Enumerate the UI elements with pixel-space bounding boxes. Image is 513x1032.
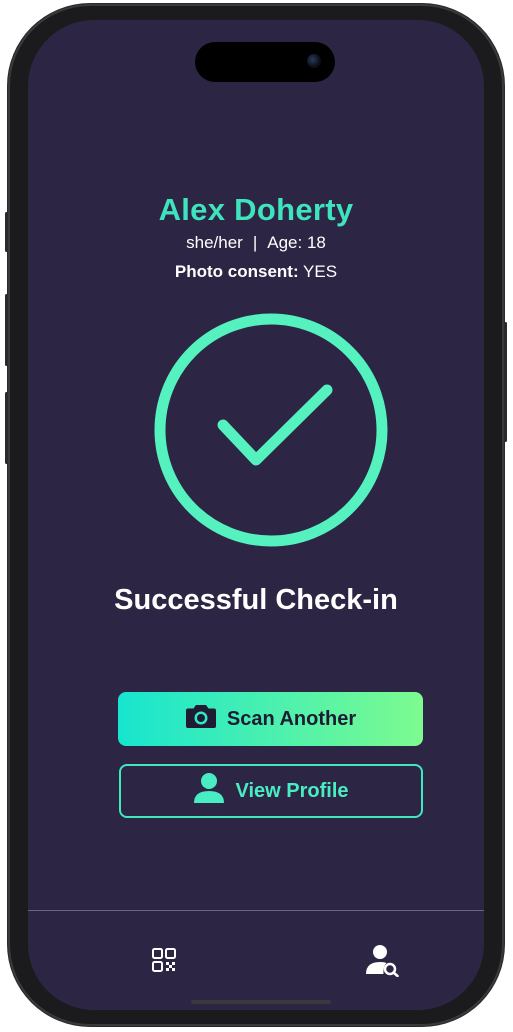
pronouns: she/her: [186, 233, 243, 252]
age: Age: 18: [267, 233, 326, 252]
phone-frame: Alex Doherty she/her | Age: 18 Photo conse…: [5, 4, 507, 1026]
dynamic-island: [195, 42, 335, 82]
view-profile-button[interactable]: View Profile: [119, 764, 423, 818]
volume-down-button: [5, 392, 8, 464]
volume-up-button: [5, 294, 8, 366]
check-circle-icon: [154, 313, 388, 547]
photo-consent-value: YES: [303, 262, 338, 281]
scan-another-label: Scan Another: [226, 707, 357, 730]
person-search-icon: [366, 945, 399, 977]
view-profile-label: View Profile: [235, 779, 349, 802]
power-button: [504, 322, 507, 442]
tab-attendee-search[interactable]: [362, 940, 402, 980]
status-message: Successful Check-in: [114, 584, 398, 616]
qr-code-icon: [152, 948, 176, 972]
photo-consent: Photo consent: YES: [28, 262, 484, 282]
home-indicator: [191, 1000, 331, 1004]
photo-consent-label: Photo consent:: [174, 262, 299, 281]
camera-lens: [307, 54, 321, 68]
app-screen: Alex Doherty she/her | Age: 18 Photo conse…: [28, 20, 484, 1010]
action-button: [5, 212, 8, 252]
tab-scan[interactable]: [144, 940, 184, 980]
camera-icon: [185, 703, 217, 735]
scan-another-button[interactable]: Scan Another: [118, 692, 423, 746]
attendee-details: she/her | Age: 18: [28, 233, 484, 253]
person-icon: [193, 772, 225, 810]
tabbar-divider: [28, 910, 484, 911]
attendee-name: Alex Doherty: [158, 192, 354, 227]
details-separator: |: [252, 233, 258, 252]
